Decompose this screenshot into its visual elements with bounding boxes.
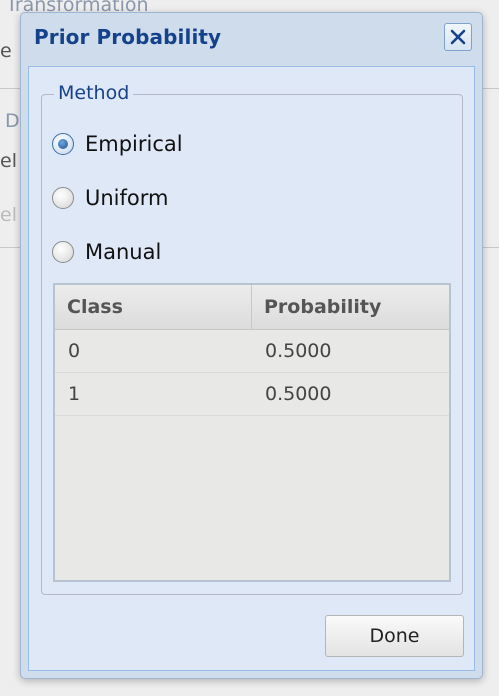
radio-label-uniform: Uniform (85, 186, 169, 210)
cell-probability[interactable]: 0.5000 (252, 373, 449, 415)
method-legend: Method (54, 82, 134, 104)
table-row[interactable]: 1 0.5000 (55, 373, 449, 416)
radio-empirical[interactable]: Empirical (52, 132, 183, 156)
dialog-title: Prior Probability (34, 25, 222, 49)
radio-label-empirical: Empirical (85, 132, 183, 156)
background-fragment: el (0, 204, 17, 226)
radio-button[interactable] (52, 187, 74, 209)
radio-manual[interactable]: Manual (52, 240, 161, 264)
method-fieldset: Method Empirical Uniform Manual Class Pr… (41, 82, 463, 595)
prior-probability-dialog: Prior Probability Method Empirical Unifo… (20, 12, 483, 679)
cell-class: 0 (68, 340, 81, 362)
cell-class: 1 (68, 383, 81, 405)
background-fragment: D (5, 110, 20, 132)
column-header-probability[interactable]: Probability (252, 285, 449, 329)
probability-grid: Class Probability 0 0.5000 1 0.5000 (53, 283, 451, 582)
background-fragment: el (0, 150, 17, 172)
radio-button[interactable] (52, 241, 74, 263)
table-row[interactable]: 0 0.5000 (55, 330, 449, 373)
dialog-body: Method Empirical Uniform Manual Class Pr… (28, 66, 475, 671)
close-button[interactable] (444, 23, 472, 51)
grid-header: Class Probability (55, 285, 449, 330)
radio-label-manual: Manual (85, 240, 162, 264)
background-fragment: e (0, 40, 12, 62)
radio-uniform[interactable]: Uniform (52, 186, 168, 210)
cell-probability[interactable]: 0.5000 (252, 330, 449, 372)
radio-button-checked[interactable] (52, 133, 74, 155)
close-x-icon (450, 29, 466, 45)
done-button[interactable]: Done (325, 615, 464, 657)
column-header-class[interactable]: Class (55, 285, 252, 329)
